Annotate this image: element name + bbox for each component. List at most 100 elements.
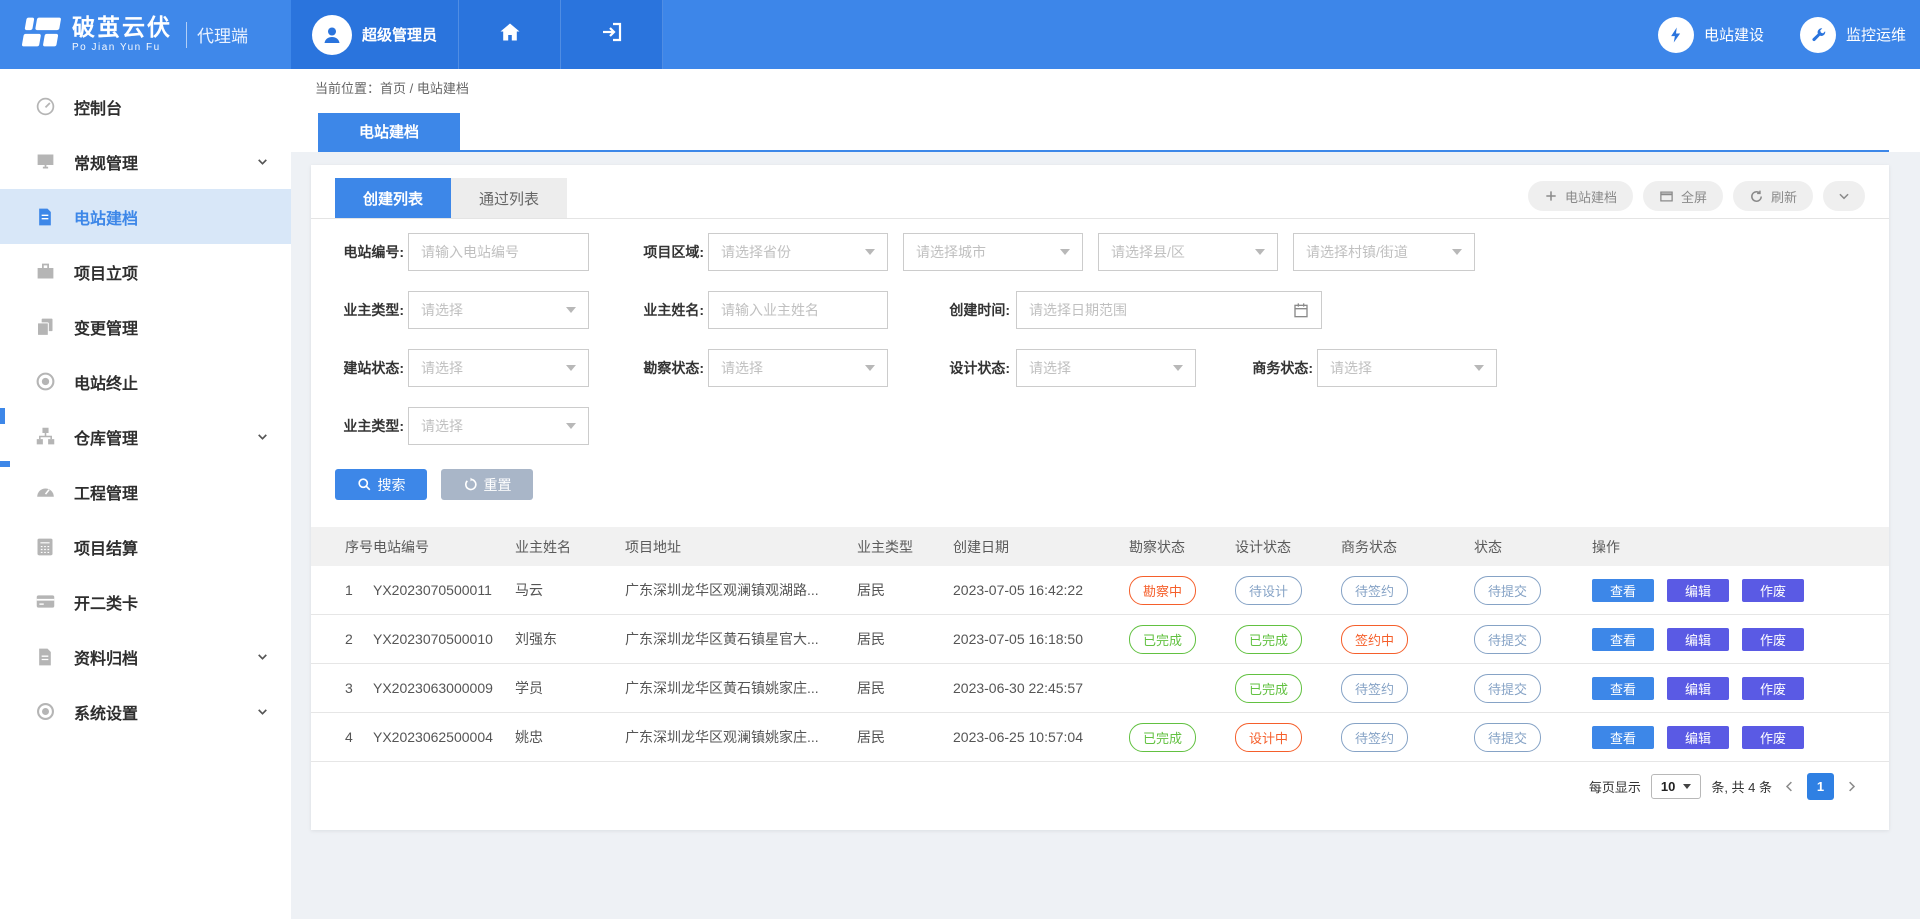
nav-station-construction[interactable]: 电站建设 xyxy=(1658,17,1764,53)
topbar-dark-section: 超级管理员 xyxy=(291,0,663,69)
county-select[interactable]: 请选择县/区 xyxy=(1098,233,1278,271)
town-select[interactable]: 请选择村镇/街道 xyxy=(1293,233,1475,271)
owner-type: 居民 xyxy=(857,678,953,698)
design-status-badge: 待设计 xyxy=(1235,576,1302,605)
sidebar-item-station-termination[interactable]: 电站终止 xyxy=(0,354,291,409)
page-size-select[interactable]: 10 xyxy=(1651,774,1701,799)
province-select[interactable]: 请选择省份 xyxy=(708,233,888,271)
station-code: YX2023063000009 xyxy=(373,680,515,696)
tab-passed-list[interactable]: 通过列表 xyxy=(451,178,567,218)
sidebar-item-warehouse-mgmt[interactable]: 仓库管理 xyxy=(0,409,291,464)
add-station-button[interactable]: 电站建档 xyxy=(1528,181,1633,211)
owner-name: 姚忠 xyxy=(515,727,625,747)
edit-button[interactable]: 编辑 xyxy=(1667,726,1729,749)
gear-icon xyxy=(34,701,56,723)
user-menu[interactable]: 超级管理员 xyxy=(291,0,459,69)
void-button[interactable]: 作废 xyxy=(1742,579,1804,602)
portal-label: 代理端 xyxy=(186,22,248,48)
view-button[interactable]: 查看 xyxy=(1592,677,1654,700)
station-code: YX2023070500010 xyxy=(373,631,515,647)
nav-monitoring-ops[interactable]: 监控运维 xyxy=(1800,17,1906,53)
view-button[interactable]: 查看 xyxy=(1592,579,1654,602)
page-number-button[interactable]: 1 xyxy=(1807,773,1834,800)
row-actions: 查看 编辑 作废 xyxy=(1592,579,1889,602)
total-count-label: 条, 共 4 条 xyxy=(1711,777,1772,796)
sidebar-item-console[interactable]: 控制台 xyxy=(0,79,291,134)
design-status-select[interactable]: 请选择 xyxy=(1016,349,1196,387)
void-button[interactable]: 作废 xyxy=(1742,726,1804,749)
content-header xyxy=(291,69,1920,152)
fullscreen-button[interactable]: 全屏 xyxy=(1643,181,1723,211)
created-time-label: 创建时间: xyxy=(930,291,1010,329)
void-button[interactable]: 作废 xyxy=(1742,628,1804,651)
collapse-button[interactable] xyxy=(1823,181,1865,211)
tab-underline xyxy=(318,150,1889,152)
app-frame: 破茧云伏 Po Jian Yun Fu 代理端 超级管理员 xyxy=(0,0,1920,919)
monitor-icon xyxy=(34,151,56,173)
logout-button[interactable] xyxy=(561,0,663,69)
sidebar-item-change-mgmt[interactable]: 变更管理 xyxy=(0,299,291,354)
build-status-select[interactable]: 请选择 xyxy=(408,349,589,387)
table-row: 1 YX2023070500011 马云 广东深圳龙华区观澜镇观湖路... 居民… xyxy=(311,566,1889,615)
caret-down-icon xyxy=(1683,784,1691,789)
credit-card-icon xyxy=(34,591,56,613)
page-tab-station-archive[interactable]: 电站建档 xyxy=(318,113,460,150)
edit-button[interactable]: 编辑 xyxy=(1667,628,1729,651)
sidebar-item-engineering-mgmt[interactable]: 工程管理 xyxy=(0,464,291,519)
edit-button[interactable]: 编辑 xyxy=(1667,579,1729,602)
caret-down-icon xyxy=(566,365,576,371)
void-button[interactable]: 作废 xyxy=(1742,677,1804,700)
chevron-down-icon xyxy=(256,155,269,168)
view-button[interactable]: 查看 xyxy=(1592,628,1654,651)
date-range-picker[interactable]: 请选择日期范围 xyxy=(1016,291,1322,329)
station-code-label: 电站编号: xyxy=(324,233,404,271)
per-page-label: 每页显示 xyxy=(1589,777,1641,796)
table-row: 4 YX2023062500004 姚忠 广东深圳龙华区观澜镇姚家庄... 居民… xyxy=(311,713,1889,762)
search-button[interactable]: 搜索 xyxy=(335,469,427,500)
status-badge: 待提交 xyxy=(1474,723,1541,752)
record-circle-icon xyxy=(34,371,56,393)
gauge-icon xyxy=(34,481,56,503)
scrollbar-fragment xyxy=(0,461,10,467)
sidebar-item-project-initiation[interactable]: 项目立项 xyxy=(0,244,291,299)
created-date: 2023-07-05 16:18:50 xyxy=(953,631,1129,647)
sidebar-item-data-archive[interactable]: 资料归档 xyxy=(0,629,291,684)
tab-create-list[interactable]: 创建列表 xyxy=(335,178,451,218)
owner-type2-label: 业主类型: xyxy=(324,407,404,445)
reset-button[interactable]: 重置 xyxy=(441,469,533,500)
scrollbar-fragment xyxy=(0,408,5,424)
sidebar-item-system-settings[interactable]: 系统设置 xyxy=(0,684,291,739)
view-button[interactable]: 查看 xyxy=(1592,726,1654,749)
caret-down-icon xyxy=(865,365,875,371)
edit-button[interactable]: 编辑 xyxy=(1667,677,1729,700)
owner-name-input[interactable] xyxy=(708,291,888,329)
caret-down-icon xyxy=(1255,249,1265,255)
owner-type-select[interactable]: 请选择 xyxy=(408,291,589,329)
status-badge: 待提交 xyxy=(1474,674,1541,703)
sidebar-item-type2-card[interactable]: 开二类卡 xyxy=(0,574,291,629)
city-select[interactable]: 请选择城市 xyxy=(903,233,1083,271)
owner-type2-select[interactable]: 请选择 xyxy=(408,407,589,445)
sidebar-item-general-mgmt[interactable]: 常规管理 xyxy=(0,134,291,189)
caret-down-icon xyxy=(566,423,576,429)
sidebar-item-project-settlement[interactable]: 项目结算 xyxy=(0,519,291,574)
owner-name: 学员 xyxy=(515,678,625,698)
caret-down-icon xyxy=(1173,365,1183,371)
tabs-divider xyxy=(311,218,1889,219)
project-address: 广东深圳龙华区观澜镇姚家庄... xyxy=(625,727,857,747)
project-address: 广东深圳龙华区黄石镇星官大... xyxy=(625,629,857,649)
design-status-badge: 设计中 xyxy=(1235,723,1302,752)
sidebar-item-station-archive[interactable]: 电站建档 xyxy=(0,189,291,244)
prev-page-button[interactable] xyxy=(1782,779,1797,794)
business-status-select[interactable]: 请选择 xyxy=(1317,349,1497,387)
next-page-button[interactable] xyxy=(1844,779,1859,794)
survey-status-select[interactable]: 请选择 xyxy=(708,349,888,387)
design-status-label: 设计状态: xyxy=(930,349,1010,387)
search-icon xyxy=(357,477,372,492)
refresh-button[interactable]: 刷新 xyxy=(1733,181,1813,211)
home-button[interactable] xyxy=(459,0,561,69)
reset-icon xyxy=(463,477,478,492)
station-code-input[interactable] xyxy=(408,233,589,271)
chevron-left-icon xyxy=(1782,779,1797,794)
topbar: 破茧云伏 Po Jian Yun Fu 代理端 超级管理员 xyxy=(0,0,1920,69)
